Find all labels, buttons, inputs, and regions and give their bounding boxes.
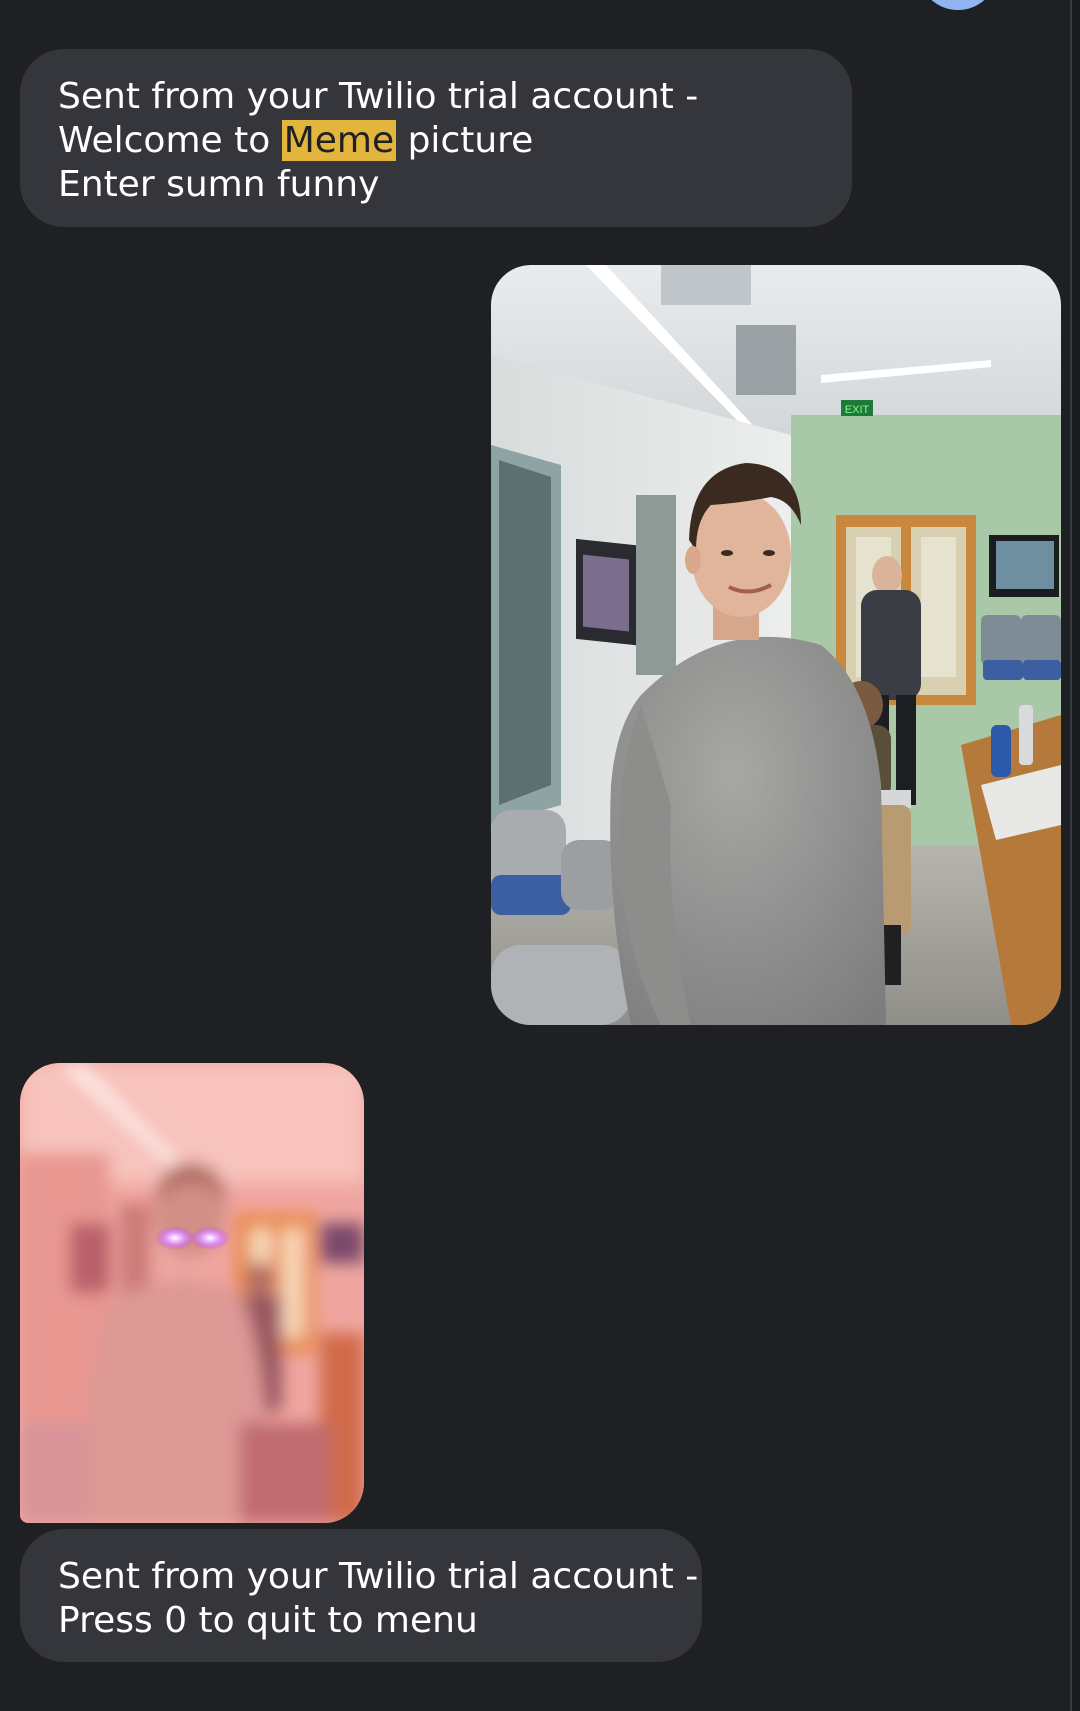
avatar[interactable]: [918, 0, 998, 10]
blurred-meme-image: [20, 1063, 364, 1523]
glowing-eye-left: [155, 1226, 195, 1250]
message-line: Press 0 to quit to menu: [58, 1600, 478, 1641]
sent-photo-message[interactable]: EXIT: [491, 265, 1061, 1025]
message-text: Welcome to: [58, 120, 282, 161]
room-photo: EXIT: [491, 265, 1061, 1025]
message-line: Sent from your Twilio trial account -: [58, 1556, 699, 1597]
scrollbar[interactable]: [1070, 0, 1080, 1711]
received-meme-photo[interactable]: [20, 1063, 364, 1523]
message-line: Welcome to Meme picture: [58, 119, 814, 163]
exit-sign: EXIT: [845, 404, 870, 416]
search-highlight: Meme: [281, 120, 397, 161]
message-bubble-menu[interactable]: Sent from your Twilio trial account - Pr…: [20, 1529, 702, 1662]
message-bubble-welcome[interactable]: Sent from your Twilio trial account - We…: [20, 49, 852, 227]
message-text: picture: [396, 120, 534, 161]
glowing-eye-right: [190, 1226, 230, 1250]
message-line: Sent from your Twilio trial account -: [58, 76, 699, 117]
message-line: Enter sumn funny: [58, 164, 380, 205]
